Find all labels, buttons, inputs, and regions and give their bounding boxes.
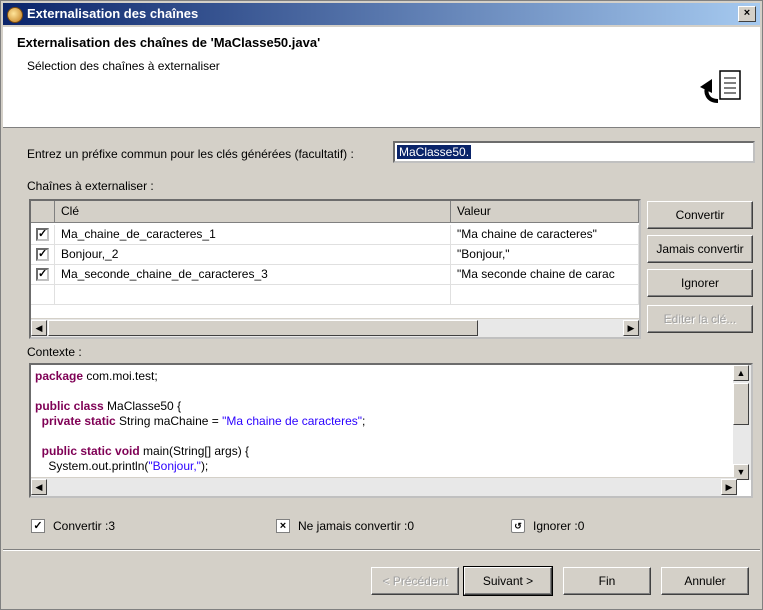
scroll-right-icon[interactable]: ▶ [623,320,639,336]
ignore-icon: ↺ [511,519,525,533]
next-button[interactable]: Suivant > [463,566,553,596]
prefix-label: Entrez un préfixe commun pour les clés g… [27,147,354,161]
prefix-value: MaClasse50. [397,145,472,159]
status-ignore-text: Ignorer :0 [533,519,585,533]
edit-key-button[interactable]: Editer la clé... [647,305,753,333]
table-row[interactable]: Bonjour,_2 "Bonjour," [31,245,639,265]
cancel-button[interactable]: Annuler [661,567,749,595]
scroll-thumb[interactable] [48,320,478,336]
check-icon: ✓ [31,519,45,533]
back-button[interactable]: < Précédent [371,567,459,595]
code-line: System.out.println("Bonjour,"); [35,459,209,473]
code-line: public class MaClasse50 { [35,399,182,413]
row-key: Ma_seconde_chaine_de_caracteres_3 [55,265,451,285]
table-row[interactable]: Ma_seconde_chaine_de_caracteres_3 "Ma se… [31,265,639,285]
row-checkbox[interactable] [36,247,49,261]
context-label: Contexte : [27,345,82,359]
status-convert: ✓ Convertir :3 [31,519,115,533]
row-value: "Bonjour," [451,245,639,265]
table-horizontal-scrollbar[interactable]: ◀ ▶ [31,318,639,337]
row-value: "Ma seconde chaine de carac [451,265,639,285]
row-key: Bonjour,_2 [55,245,451,265]
code-horizontal-scrollbar[interactable]: ◀ ▶ [31,477,737,496]
cross-icon: × [276,519,290,533]
never-convert-button[interactable]: Jamais convertir [647,235,753,263]
scroll-thumb[interactable] [733,383,749,425]
title-bar[interactable]: Externalisation des chaînes × [3,3,760,25]
page-title: Externalisation des chaînes de 'MaClasse… [17,35,321,50]
table-row[interactable]: Ma_chaine_de_caracteres_1 "Ma chaine de … [31,225,639,245]
row-key: Ma_chaine_de_caracteres_1 [55,225,451,245]
dialog-window: Externalisation des chaînes × Externalis… [0,0,763,610]
row-value: "Ma chaine de caracteres" [451,225,639,245]
window-title: Externalisation des chaînes [27,6,199,21]
convert-button[interactable]: Convertir [647,201,753,229]
ignore-button[interactable]: Ignorer [647,269,753,297]
context-code-view[interactable]: package com.moi.test; public class MaClas… [29,363,753,498]
scroll-up-icon[interactable]: ▲ [733,365,749,381]
code-line: public static void main(String[] args) { [35,444,250,458]
status-never-convert: × Ne jamais convertir :0 [276,519,414,533]
scroll-left-icon[interactable]: ◀ [31,479,47,495]
row-checkbox[interactable] [36,267,49,281]
status-never-convert-text: Ne jamais convertir :0 [298,519,415,533]
scroll-right-icon[interactable]: ▶ [721,479,737,495]
footer-separator [3,549,760,551]
strings-table[interactable]: Clé Valeur Ma_chaine_de_caracteres_1 "Ma… [29,199,641,339]
table-row-empty [31,285,639,305]
page-subtitle: Sélection des chaînes à externaliser [27,59,220,73]
scroll-left-icon[interactable]: ◀ [31,320,47,336]
status-convert-text: Convertir :3 [53,519,116,533]
code-line: private static String maChaine = "Ma cha… [35,414,366,428]
status-ignore: ↺ Ignorer :0 [511,519,584,533]
wizard-header: Externalisation des chaînes de 'MaClasse… [3,27,760,128]
table-header: Clé Valeur [31,201,639,223]
strings-label: Chaînes à externaliser : [27,179,154,193]
code-line: package com.moi.test; [35,369,158,383]
prefix-input[interactable]: MaClasse50. [393,141,755,163]
code-vertical-scrollbar[interactable]: ▲ ▼ [733,365,751,480]
column-check[interactable] [31,201,55,223]
eclipse-icon [7,7,23,23]
finish-button[interactable]: Fin [563,567,651,595]
row-checkbox[interactable] [36,227,49,241]
close-button[interactable]: × [738,6,756,22]
externalize-icon [700,70,741,103]
column-key[interactable]: Clé [55,201,451,223]
column-value[interactable]: Valeur [451,201,639,223]
